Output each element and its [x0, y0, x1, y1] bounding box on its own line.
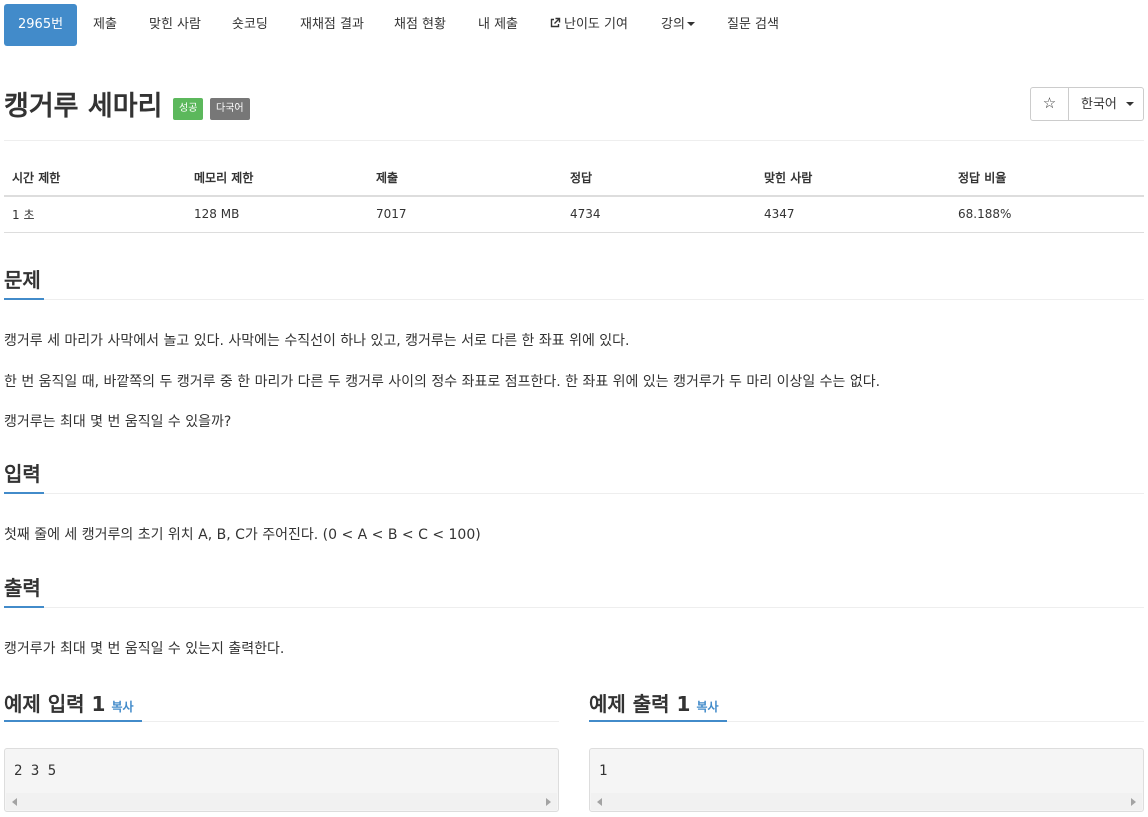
cell-time-limit: 1 초	[4, 196, 186, 233]
scroll-left-icon[interactable]	[12, 798, 17, 806]
nav-tab-short-coding[interactable]: 숏코딩	[218, 4, 282, 46]
cell-memory-limit: 128 MB	[186, 196, 368, 233]
header-accepted: 정답	[562, 160, 756, 197]
external-link-icon	[550, 17, 561, 28]
sample-input-heading-underline	[4, 720, 142, 722]
problem-paragraph: 캥거루는 최대 몇 번 움직일 수 있을까?	[4, 414, 232, 430]
header-memory-limit: 메모리 제한	[186, 160, 368, 197]
horizontal-scrollbar[interactable]	[591, 793, 1142, 810]
section-divider	[44, 607, 1144, 608]
cell-solved-users: 4347	[756, 196, 950, 233]
nav-tab-submit[interactable]: 제출	[79, 4, 131, 46]
header-submissions: 제출	[368, 160, 562, 197]
problem-nav: 2965번 제출 맞힌 사람 숏코딩 재채점 결과 채점 현황 내 제출 난이도…	[0, 0, 1148, 52]
input-heading: 입력	[4, 462, 41, 486]
input-description: 첫째 줄에 세 캥거루의 초기 위치 A, B, C가 주어진다. (0 < A…	[4, 527, 481, 543]
info-header-row: 시간 제한 메모리 제한 제출 정답 맞힌 사람 정답 비율	[4, 160, 1144, 197]
language-label: 한국어	[1081, 96, 1117, 111]
problem-info-table: 시간 제한 메모리 제한 제출 정답 맞힌 사람 정답 비율 1 초 128 M…	[4, 160, 1144, 233]
table-row: 1 초 128 MB 7017 4734 4347 68.188%	[4, 196, 1144, 233]
scroll-right-icon[interactable]	[546, 798, 551, 806]
nav-tab-my-submissions[interactable]: 내 제출	[464, 4, 532, 46]
favorite-star-button[interactable]: ☆	[1030, 87, 1069, 121]
section-divider	[44, 299, 1144, 300]
problem-title: 캥거루 세마리	[4, 91, 163, 122]
caret-down-icon	[1125, 102, 1134, 106]
title-divider	[4, 140, 1144, 141]
nav-tab-rejudge-results[interactable]: 재채점 결과	[286, 4, 378, 46]
copy-sample-input-link[interactable]: 복사	[111, 700, 133, 714]
header-accept-ratio: 정답 비율	[950, 160, 1144, 197]
multilingual-badge: 다국어	[210, 98, 250, 120]
output-heading: 출력	[4, 576, 41, 600]
sample-output-heading-underline	[589, 720, 727, 722]
input-heading-underline	[4, 492, 44, 494]
section-divider	[44, 493, 1144, 494]
title-actions: ☆ 한국어	[1030, 87, 1144, 121]
nav-tab-difficulty-label: 난이도 기여	[564, 17, 628, 32]
problem-paragraph: 캥거루 세 마리가 사막에서 놀고 있다. 사막에는 수직선이 하나 있고, 캥…	[4, 333, 630, 349]
header-time-limit: 시간 제한	[4, 160, 186, 197]
nav-tab-solved-users[interactable]: 맞힌 사람	[135, 4, 215, 46]
output-description: 캥거루가 최대 몇 번 움직일 수 있는지 출력한다.	[4, 641, 285, 657]
sample-input-heading-text: 예제 입력 1	[4, 692, 106, 716]
nav-tab-lectures[interactable]: 강의	[647, 4, 709, 46]
output-heading-underline	[4, 606, 44, 608]
star-icon: ☆	[1042, 95, 1057, 112]
cell-accepted: 4734	[562, 196, 756, 233]
problem-heading: 문제	[4, 268, 41, 292]
sample-output-content: 1	[599, 763, 608, 779]
section-divider	[727, 721, 1144, 722]
nav-tab-lectures-label: 강의	[661, 17, 685, 32]
nav-tab-problem[interactable]: 2965번	[4, 4, 78, 46]
sample-output-box: 1	[589, 748, 1144, 812]
nav-tab-difficulty-contribution[interactable]: 난이도 기여	[535, 4, 642, 46]
cell-submissions: 7017	[368, 196, 562, 233]
copy-sample-output-link[interactable]: 복사	[696, 700, 718, 714]
scroll-right-icon[interactable]	[1131, 798, 1136, 806]
scroll-left-icon[interactable]	[597, 798, 602, 806]
sample-output-heading: 예제 출력 1 복사	[589, 688, 719, 717]
horizontal-scrollbar[interactable]	[6, 793, 557, 810]
header-solved-users: 맞힌 사람	[756, 160, 950, 197]
cell-accept-ratio: 68.188%	[950, 196, 1144, 233]
solved-badge: 성공	[173, 98, 204, 120]
language-select-button[interactable]: 한국어	[1069, 87, 1144, 121]
caret-down-icon	[686, 22, 695, 26]
sample-output-heading-text: 예제 출력 1	[589, 692, 691, 716]
problem-paragraph: 한 번 움직일 때, 바깥쪽의 두 캥거루 중 한 마리가 다른 두 캥거루 사…	[4, 374, 881, 390]
nav-tab-judge-status[interactable]: 채점 현황	[380, 4, 460, 46]
sample-input-box: 2 3 5	[4, 748, 559, 812]
sample-input-heading: 예제 입력 1 복사	[4, 688, 134, 717]
nav-tab-question-search[interactable]: 질문 검색	[713, 4, 793, 46]
section-divider	[142, 721, 559, 722]
sample-input-content: 2 3 5	[14, 763, 57, 779]
problem-heading-underline	[4, 298, 44, 300]
